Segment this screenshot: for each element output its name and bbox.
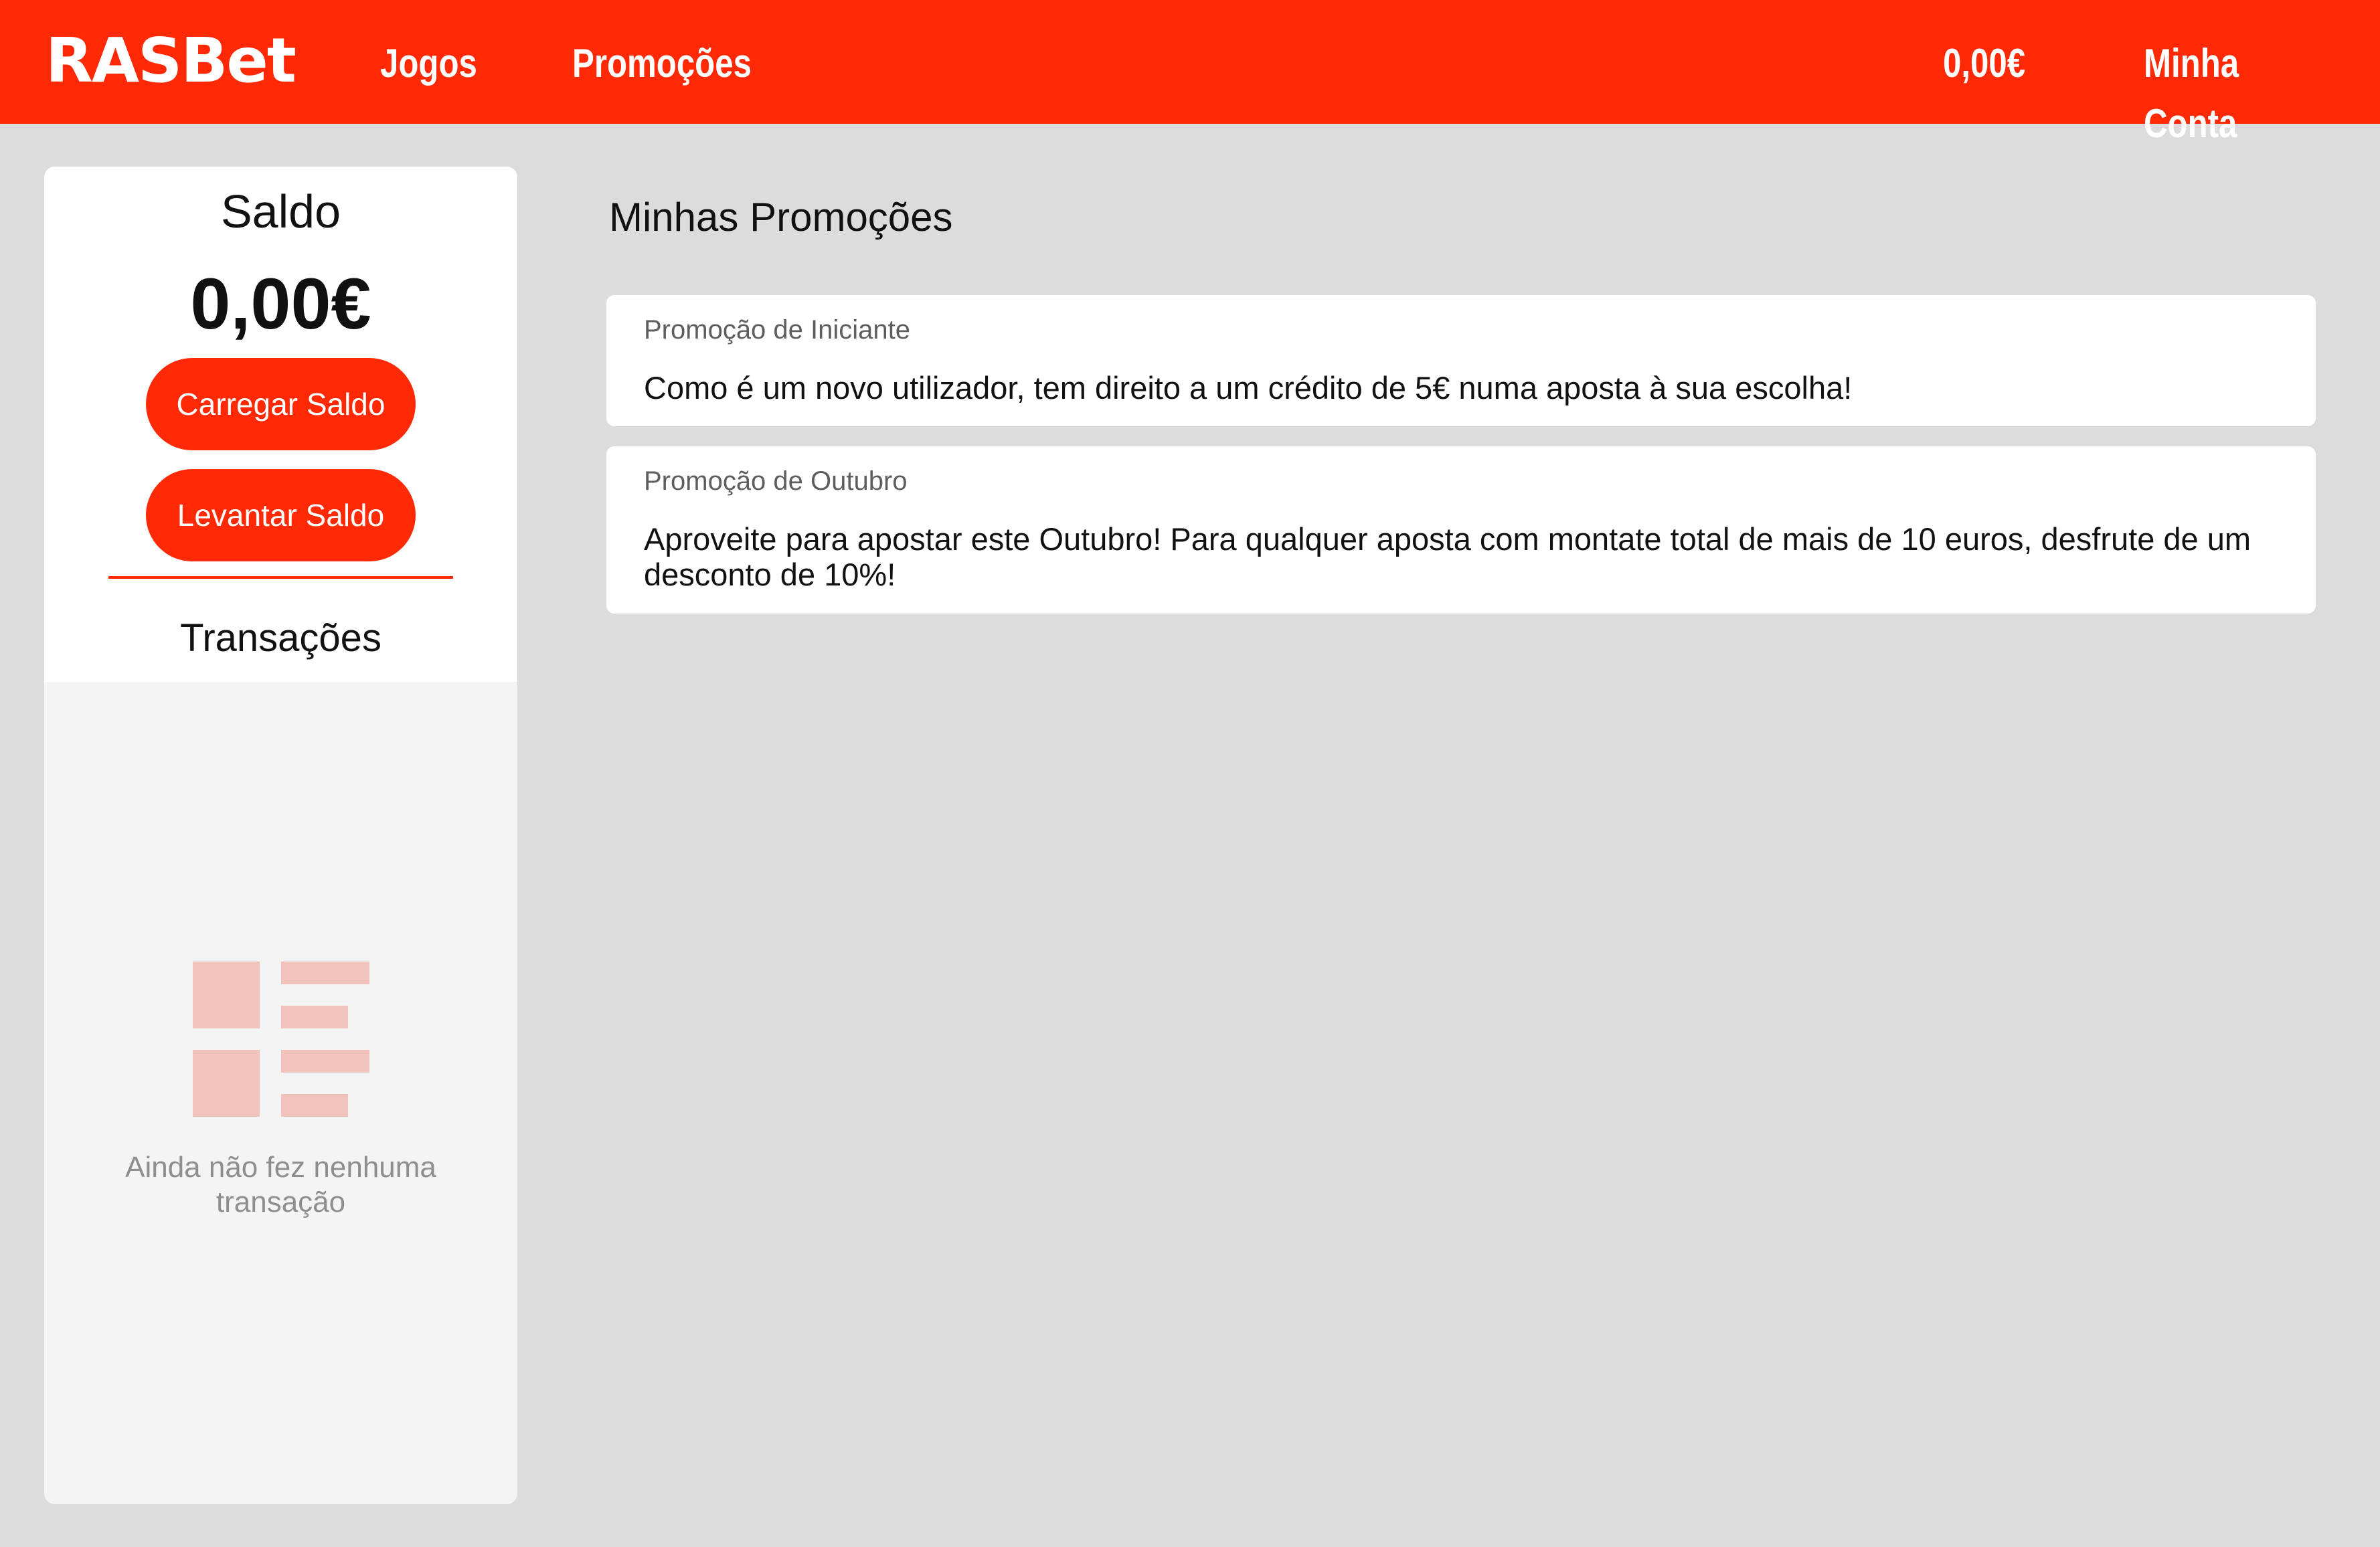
page-title: Minhas Promoções — [609, 195, 953, 240]
balance-title: Saldo — [220, 185, 341, 238]
list-icon — [193, 962, 369, 1117]
balance-value: 0,00€ — [190, 263, 371, 344]
promotion-label: Promoção de Outubro — [644, 466, 908, 496]
top-navbar: RASBet Jogos Promoções 0,00€ Minha Conta — [0, 0, 2380, 146]
balance-sidebar: Saldo 0,00€ Carregar Saldo Levantar Sald… — [44, 167, 517, 1504]
empty-transactions-text: Ainda não fez nenhuma transação — [125, 1151, 436, 1218]
nav-jogos-link[interactable]: Jogos — [380, 33, 477, 94]
transactions-title: Transações — [180, 616, 381, 660]
my-account-link[interactable]: Minha Conta — [2144, 33, 2337, 154]
nav-promocoes-link[interactable]: Promoções — [572, 33, 752, 94]
promotion-label: Promoção de Iniciante — [644, 315, 911, 345]
promotion-card[interactable]: Promoção de Iniciante Como é um novo uti… — [606, 295, 2316, 426]
promotion-text: Como é um novo utilizador, tem direito a… — [644, 370, 1853, 405]
header-balance[interactable]: 0,00€ — [1943, 33, 2025, 94]
promotion-text: Aproveite para apostar este Outubro! Par… — [644, 521, 2251, 592]
load-balance-button[interactable]: Carregar Saldo — [146, 358, 416, 450]
divider — [108, 576, 453, 579]
rasbet-logo[interactable]: RASBet — [46, 24, 296, 98]
promotion-card[interactable]: Promoção de Outubro Aproveite para apost… — [606, 446, 2316, 614]
withdraw-balance-button[interactable]: Levantar Saldo — [146, 469, 416, 561]
